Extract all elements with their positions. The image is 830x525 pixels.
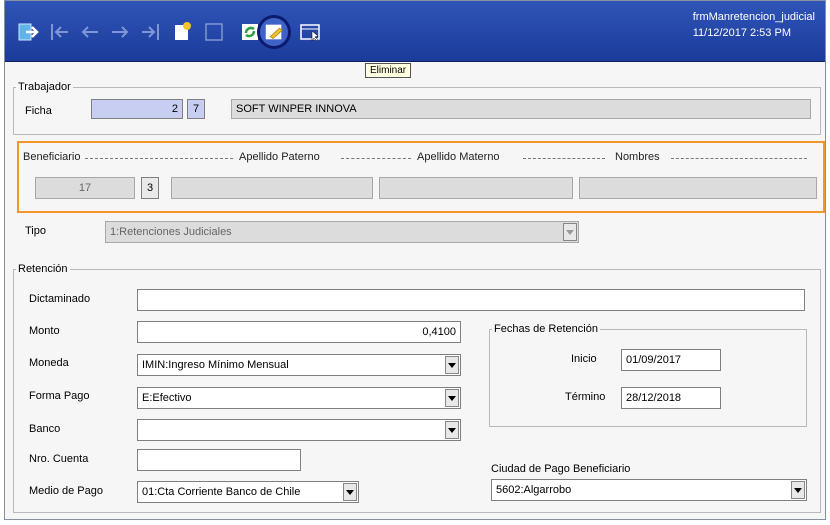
tipo-select[interactable]: 1:Retenciones Judiciales <box>105 221 579 243</box>
moneda-select[interactable]: IMIN:Ingreso Mínimo Mensual <box>137 354 461 376</box>
toolbar: frmManretencion_judicial 11/12/2017 2:53… <box>5 1 825 62</box>
ciudad-select[interactable]: 5602:Algarrobo <box>491 479 807 501</box>
new-record-icon[interactable] <box>169 19 195 45</box>
ficha-dv-input[interactable]: 7 <box>187 99 205 119</box>
tipo-label: Tipo <box>25 225 46 237</box>
trabajador-nombre: SOFT WINPER INNOVA <box>231 99 811 119</box>
tipo-dropdown-icon[interactable] <box>563 223 577 241</box>
ficha-label: Ficha <box>25 105 52 117</box>
beneficiario-dv-input[interactable]: 3 <box>141 177 159 199</box>
medio-pago-select[interactable]: 01:Cta Corriente Banco de Chile <box>137 481 359 503</box>
form-datetime: 11/12/2017 2:53 PM <box>692 27 791 39</box>
apellido-paterno-input[interactable] <box>171 177 373 199</box>
fechas-legend: Fechas de Retención <box>494 323 598 335</box>
dictaminado-label: Dictaminado <box>29 293 91 305</box>
monto-label: Monto <box>29 325 60 337</box>
inicio-label: Inicio <box>571 353 597 365</box>
tooltip: Eliminar <box>365 63 412 78</box>
last-record-icon[interactable] <box>137 19 163 45</box>
forma-pago-dropdown-icon[interactable] <box>445 389 459 407</box>
ciudad-value: 5602:Algarrobo <box>496 484 572 496</box>
application-window: frmManretencion_judicial 11/12/2017 2:53… <box>4 0 826 520</box>
medio-pago-value: 01:Cta Corriente Banco de Chile <box>142 486 301 498</box>
first-record-icon[interactable] <box>47 19 73 45</box>
delete-icon[interactable] <box>257 15 291 49</box>
exit-icon[interactable] <box>15 19 41 45</box>
nro-cuenta-input[interactable] <box>137 449 301 471</box>
nombres-label: Nombres <box>615 151 660 163</box>
retencion-legend: Retención <box>18 263 68 275</box>
termino-label: Término <box>565 391 606 403</box>
dictaminado-input[interactable] <box>137 289 805 311</box>
monto-input[interactable]: 0,4100 <box>137 321 461 343</box>
apellido-materno-input[interactable] <box>379 177 573 199</box>
apellido-materno-label: Apellido Materno <box>417 151 500 163</box>
form-info: frmManretencion_judicial 11/12/2017 2:53… <box>693 9 815 41</box>
nombres-input[interactable] <box>579 177 817 199</box>
ficha-input[interactable]: 2 <box>91 99 183 119</box>
moneda-dropdown-icon[interactable] <box>445 356 459 374</box>
tipo-value: 1:Retenciones Judiciales <box>110 226 232 238</box>
form-name: frmManretencion_judicial <box>692 11 815 23</box>
forma-pago-select[interactable]: E:Efectivo <box>137 387 461 409</box>
forma-pago-label: Forma Pago <box>29 390 90 402</box>
inicio-input[interactable]: 01/09/2017 <box>621 349 721 371</box>
moneda-value: IMIN:Ingreso Mínimo Mensual <box>142 359 289 371</box>
banco-label: Banco <box>29 423 61 435</box>
termino-input[interactable]: 28/12/2018 <box>621 387 721 409</box>
moneda-label: Moneda <box>29 357 69 369</box>
apellido-paterno-label: Apellido Paterno <box>239 151 320 163</box>
previous-record-icon[interactable] <box>77 19 103 45</box>
fechas-group: Fechas de Retención <box>489 323 807 427</box>
trabajador-legend: Trabajador <box>18 81 71 93</box>
view-icon[interactable] <box>297 19 323 45</box>
blank-icon[interactable] <box>201 19 227 45</box>
medio-pago-dropdown-icon[interactable] <box>343 483 357 501</box>
ciudad-dropdown-icon[interactable] <box>791 481 805 499</box>
beneficiario-rut-input[interactable]: 17 <box>35 177 135 199</box>
beneficiario-label: Beneficiario <box>23 151 81 163</box>
ciudad-label: Ciudad de Pago Beneficiario <box>491 463 631 475</box>
forma-pago-value: E:Efectivo <box>142 392 192 404</box>
nro-cuenta-label: Nro. Cuenta <box>29 453 89 465</box>
banco-dropdown-icon[interactable] <box>445 421 459 439</box>
banco-select[interactable] <box>137 419 461 441</box>
medio-pago-label: Medio de Pago <box>29 485 103 497</box>
next-record-icon[interactable] <box>107 19 133 45</box>
beneficiario-header: Beneficiario Apellido Paterno Apellido M… <box>23 151 807 165</box>
